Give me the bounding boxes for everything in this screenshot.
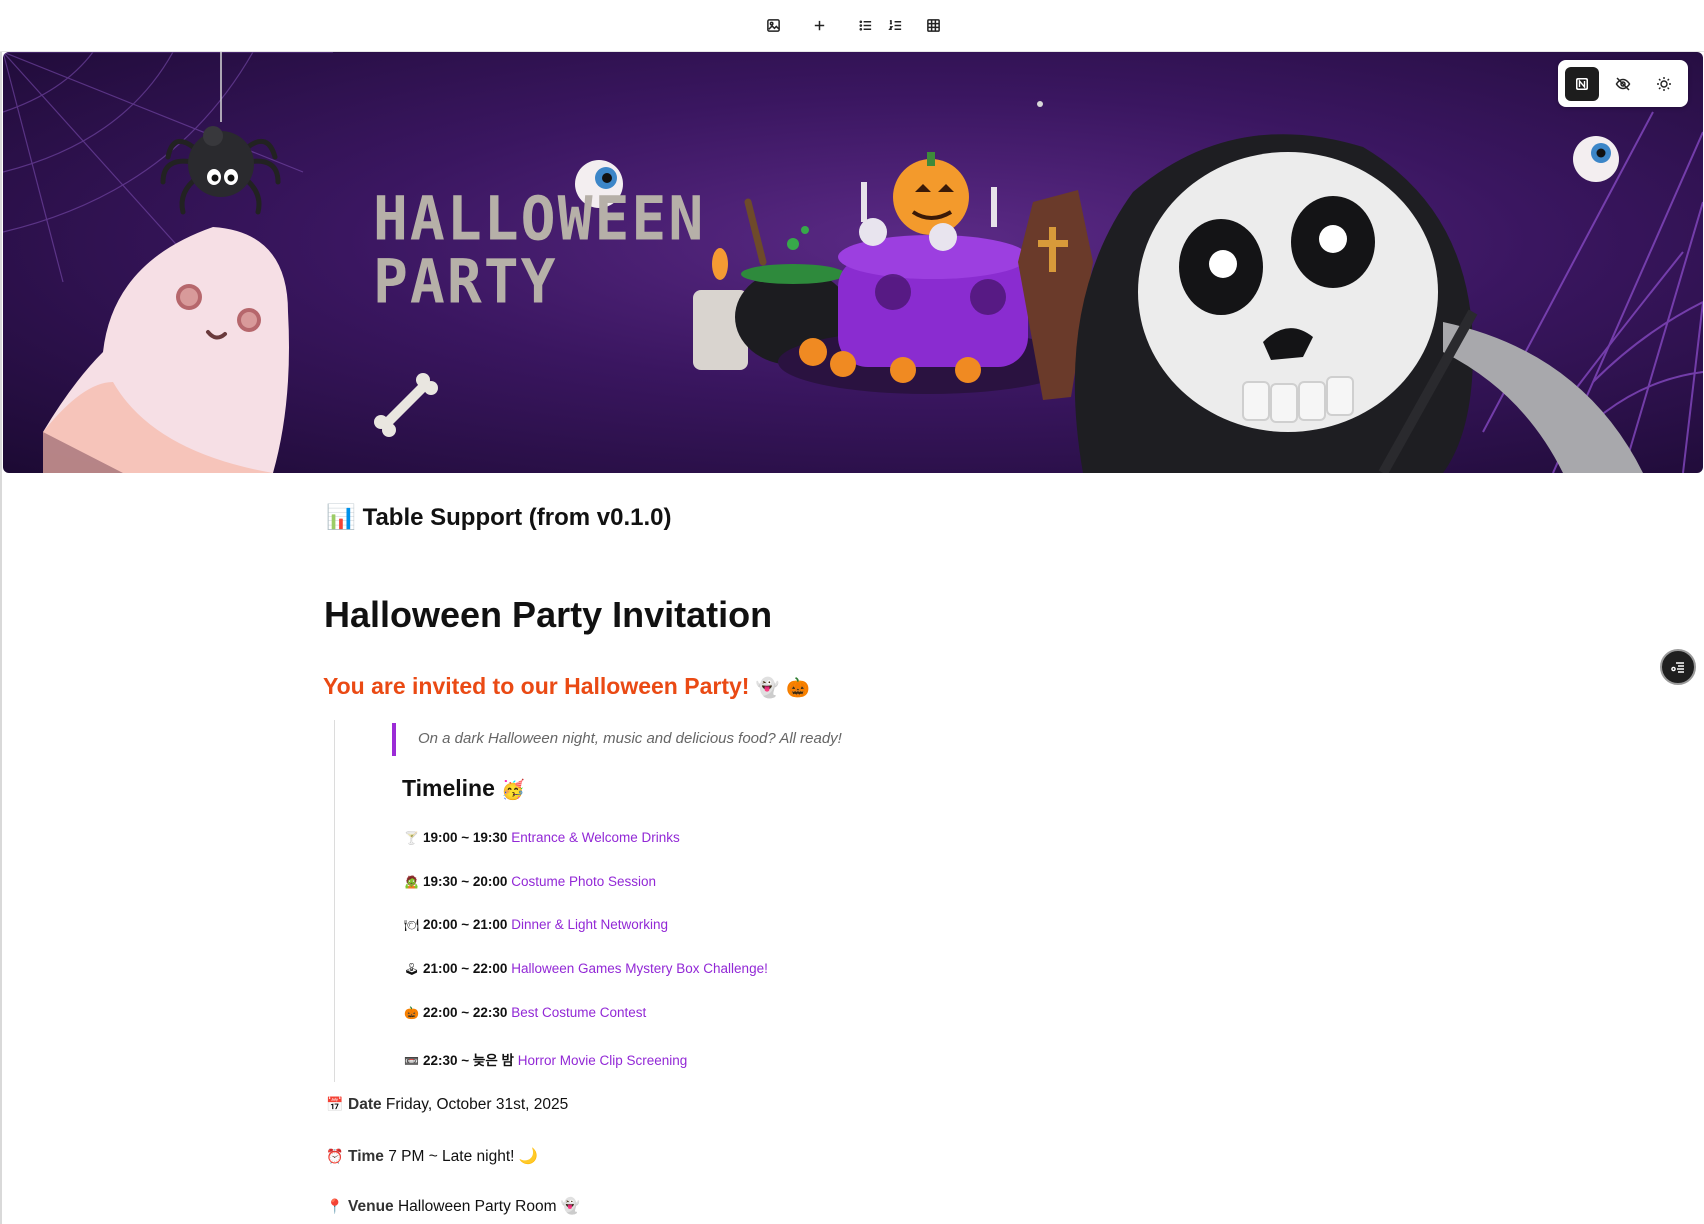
eyeball-illustration	[575, 136, 1619, 208]
section-title-text: Table Support (from v0.1.0)	[362, 504, 672, 531]
timeline-time: 21:00 ~ 22:00	[423, 961, 508, 976]
timeline-desc: Horror Movie Clip Screening	[517, 1053, 688, 1068]
numbered-list-icon[interactable]	[883, 13, 907, 37]
table-icon[interactable]	[921, 13, 945, 37]
timeline-desc: Halloween Games Mystery Box Challenge!	[511, 961, 768, 976]
timeline-item: 🍸 19:00 ~ 19:30 Entrance & Welcome Drinks	[404, 830, 680, 845]
cover-art	[3, 52, 1703, 473]
ghost-illustration	[43, 227, 289, 473]
info-value: Friday, October 31st, 2025	[385, 1096, 569, 1113]
timeline-item: 📼 22:30 ~ 늦은 밤 Horror Movie Clip Screenin…	[404, 1049, 687, 1069]
timeline-item: 🎃 22:00 ~ 22:30 Best Costume Contest	[404, 1005, 646, 1020]
timeline-time: 19:00 ~ 19:30	[423, 830, 508, 845]
notion-icon[interactable]	[1565, 67, 1599, 101]
bulleted-list-icon[interactable]	[853, 13, 877, 37]
nested-block-rule	[334, 720, 335, 1082]
info-date: 📅 Date Friday, October 31st, 2025	[326, 1096, 568, 1114]
alarm-clock-icon: ⏰	[326, 1149, 344, 1165]
view-mode-controls	[1558, 60, 1688, 107]
joystick-icon: 🕹	[404, 962, 420, 976]
section-title: 📊 Table Support (from v0.1.0)	[326, 503, 672, 532]
timeline-desc: Costume Photo Session	[511, 874, 657, 889]
info-time: ⏰ Time 7 PM ~ Late night! 🌙	[326, 1147, 538, 1166]
invite-heading: You are invited to our Halloween Party! …	[323, 673, 810, 700]
toc-icon	[1671, 662, 1684, 673]
image-icon[interactable]	[761, 13, 785, 37]
info-value: Halloween Party Room 👻	[397, 1198, 581, 1215]
banner-title-line-2: PARTY	[373, 245, 558, 318]
table-of-contents-button[interactable]	[1660, 649, 1696, 685]
info-venue: 📍 Venue Halloween Party Room 👻	[326, 1197, 580, 1216]
timeline-time: 20:00 ~ 21:00	[423, 917, 508, 932]
reaper-illustration	[1074, 134, 1643, 473]
info-label: Venue	[348, 1198, 394, 1215]
info-value: 7 PM ~ Late night! 🌙	[388, 1148, 539, 1165]
chart-emoji-icon: 📊	[326, 503, 356, 531]
banner-title: HALLOWEEN PARTY	[373, 187, 705, 313]
quote-bar	[392, 723, 396, 756]
editor-toolbar	[0, 0, 1704, 52]
timeline-item: 🍽 20:00 ~ 21:00 Dinner & Light Networking	[404, 917, 668, 932]
timeline-time: 22:30 ~ 늦은 밤	[423, 1053, 514, 1068]
timeline-desc: Entrance & Welcome Drinks	[511, 830, 680, 845]
timeline-time: 22:00 ~ 22:30	[423, 1005, 508, 1020]
cocktail-icon: 🍸	[404, 831, 419, 845]
sun-icon[interactable]	[1647, 67, 1681, 101]
zombie-icon: 🧟	[404, 875, 419, 889]
calendar-icon: 📅	[326, 1097, 344, 1113]
timeline-item: 🧟 19:30 ~ 20:00 Costume Photo Session	[404, 874, 656, 889]
timeline-title-text: Timeline	[402, 775, 495, 801]
plate-icon: 🍽	[404, 918, 420, 932]
info-label: Date	[348, 1096, 382, 1113]
pumpkin-icon: 🎃	[404, 1006, 419, 1020]
page-heading: Halloween Party Invitation	[324, 594, 773, 635]
party-emoji-icon: 🥳	[501, 779, 525, 801]
ghost-pumpkin-emoji-icon: 👻 🎃	[755, 677, 810, 699]
timeline-time: 19:30 ~ 20:00	[423, 874, 508, 889]
banner-title-line-1: HALLOWEEN	[373, 182, 706, 255]
videotape-icon: 📼	[404, 1054, 419, 1068]
quote-text: On a dark Halloween night, music and del…	[418, 730, 842, 747]
timeline-desc: Dinner & Light Networking	[511, 917, 669, 932]
page-left-border	[0, 52, 2, 1224]
plus-icon[interactable]	[807, 13, 831, 37]
spider-illustration	[160, 126, 281, 215]
timeline-heading: Timeline 🥳	[402, 775, 525, 802]
timeline-desc: Best Costume Contest	[511, 1005, 647, 1020]
bone-illustration	[374, 373, 438, 437]
cover-image: HALLOWEEN PARTY	[3, 52, 1703, 473]
eye-off-icon[interactable]	[1606, 67, 1640, 101]
pin-icon: 📍	[326, 1199, 344, 1215]
invite-text: You are invited to our Halloween Party!	[323, 673, 750, 699]
info-label: Time	[348, 1148, 384, 1165]
timeline-item: 🕹 21:00 ~ 22:00 Halloween Games Mystery B…	[404, 961, 768, 976]
